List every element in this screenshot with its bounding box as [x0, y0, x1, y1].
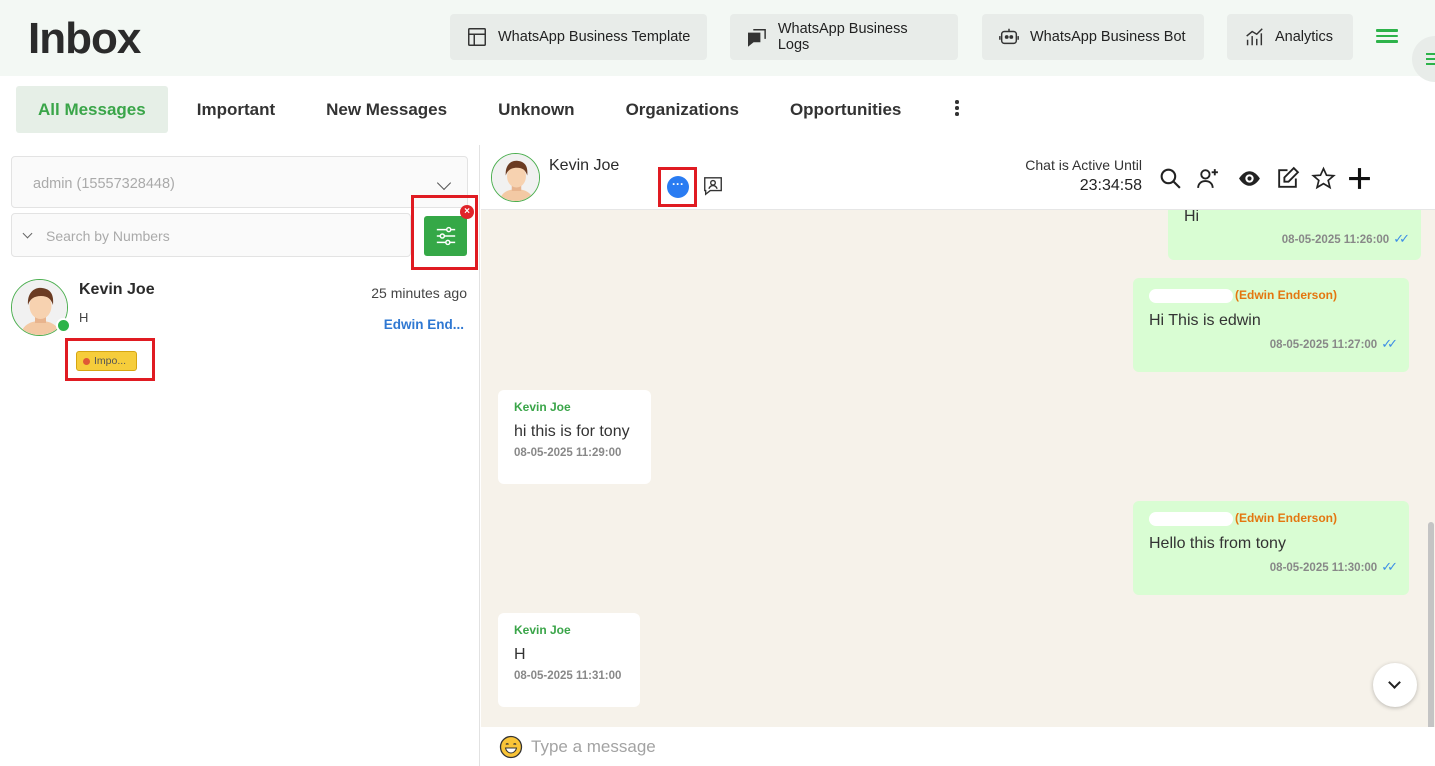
star-icon[interactable]: [1311, 166, 1336, 191]
tab-organizations[interactable]: Organizations: [604, 86, 761, 133]
chat-active-time: 23:34:58: [1079, 177, 1142, 194]
bot-button-label: WhatsApp Business Bot: [1030, 29, 1186, 45]
double-check-icon: ✓✓: [1381, 558, 1398, 574]
message-composer: [481, 727, 1435, 766]
account-select[interactable]: admin (15557328448): [11, 156, 468, 208]
redacted-number: [1149, 288, 1233, 303]
message-text: Hello this from tony: [1149, 534, 1286, 552]
menu-lines-icon: [1426, 53, 1435, 55]
chat-contact-name: Kevin Joe: [549, 157, 620, 174]
template-icon: [468, 28, 486, 46]
message-bubble: Kevin Joe H 08-05-2025 11:31:00: [498, 613, 640, 707]
scroll-down-button[interactable]: [1373, 663, 1417, 707]
side-menu-toggle[interactable]: [1412, 36, 1435, 82]
message-sender: (Edwin Enderson): [1149, 511, 1393, 526]
message-time: 08-05-2025 11:27:00: [1269, 338, 1378, 351]
message-meta: 08-05-2025 11:26:00 ✓✓: [1184, 231, 1410, 247]
message-sender: Kevin Joe: [514, 400, 571, 414]
message-sender: Kevin Joe: [514, 623, 571, 637]
whatsapp-icon: [56, 318, 71, 333]
whatsapp-logs-button[interactable]: WhatsApp Business Logs: [730, 14, 958, 60]
message-time: 08-05-2025 11:31:00: [514, 670, 622, 682]
redacted-number: [1149, 511, 1233, 526]
emoji-icon[interactable]: [499, 735, 523, 759]
message-text: Hi: [1184, 210, 1200, 225]
logs-icon: [748, 28, 766, 47]
chat-pane: Kevin Joe ··· Chat is Active Until 23:34…: [481, 145, 1435, 766]
tab-unknown[interactable]: Unknown: [476, 86, 597, 133]
message-sender: (Edwin Enderson): [1149, 288, 1393, 303]
message-meta: 08-05-2025 11:30:00 ✓✓: [1149, 558, 1398, 575]
edit-icon[interactable]: [1275, 166, 1300, 191]
search-input[interactable]: Search by Numbers: [11, 213, 411, 257]
message-time: 08-05-2025 11:30:00: [1269, 561, 1378, 574]
message-meta: 08-05-2025 11:27:00 ✓✓: [1149, 335, 1398, 352]
conversation-list-panel: admin (15557328448) Search by Numbers × …: [0, 145, 480, 766]
message-text: Hi This is edwin: [1149, 311, 1261, 329]
message-text: hi this is for tony: [514, 423, 630, 440]
message-input[interactable]: [531, 733, 1411, 761]
assigned-agent: Edwin End...: [383, 317, 464, 332]
analytics-button[interactable]: Analytics: [1227, 14, 1353, 60]
message-sender-name: (Edwin Enderson): [1235, 511, 1337, 525]
contact-time: 25 minutes ago: [371, 285, 467, 301]
last-message: H: [79, 310, 89, 325]
menu-icon[interactable]: [1376, 26, 1398, 48]
bot-icon: [999, 28, 1019, 45]
template-button-label: WhatsApp Business Template: [498, 29, 691, 45]
plus-icon[interactable]: [1347, 166, 1372, 191]
search-placeholder: Search by Numbers: [46, 228, 170, 244]
highlight-box: [411, 195, 478, 270]
top-bar: Inbox WhatsApp Business Template WhatsAp…: [0, 0, 1435, 82]
tab-new-messages[interactable]: New Messages: [304, 86, 469, 133]
message-tabs: All Messages Important New Messages Unkn…: [16, 86, 930, 133]
add-user-icon[interactable]: [1195, 166, 1220, 191]
message-bubble: Hi 08-05-2025 11:26:00 ✓✓: [1168, 210, 1421, 260]
chevron-down-icon: [22, 228, 33, 239]
tab-important[interactable]: Important: [175, 86, 297, 133]
account-select-value: admin (15557328448): [33, 176, 175, 192]
eye-icon[interactable]: [1237, 166, 1262, 191]
logs-button-label: WhatsApp Business Logs: [777, 21, 908, 53]
message-time: 08-05-2025 11:29:00: [514, 447, 622, 459]
chevron-down-icon: [1388, 676, 1401, 689]
tab-all-messages[interactable]: All Messages: [16, 86, 168, 133]
message-bubble: (Edwin Enderson) Hello this from tony 08…: [1133, 501, 1409, 595]
message-sender-name: (Edwin Enderson): [1235, 288, 1337, 302]
message-area: Hi 08-05-2025 11:26:00 ✓✓ (Edwin Enderson…: [481, 210, 1435, 727]
avatar: [491, 153, 540, 202]
double-check-icon: ✓✓: [1381, 335, 1398, 351]
search-icon[interactable]: [1158, 166, 1183, 191]
chat-header: Kevin Joe ··· Chat is Active Until 23:34…: [481, 145, 1435, 210]
more-tabs-icon[interactable]: [955, 100, 959, 116]
highlight-box: [658, 167, 697, 207]
message-bubble: Kevin Joe hi this is for tony 08-05-2025…: [498, 390, 651, 484]
whatsapp-template-button[interactable]: WhatsApp Business Template: [450, 14, 707, 60]
analytics-icon: [1246, 28, 1263, 46]
chevron-down-icon: [436, 175, 452, 191]
message-text: H: [514, 646, 526, 663]
double-check-icon: ✓✓: [1393, 231, 1410, 246]
page-title: Inbox: [28, 14, 141, 63]
tab-opportunities[interactable]: Opportunities: [768, 86, 923, 133]
message-bubble: (Edwin Enderson) Hi This is edwin 08-05-…: [1133, 278, 1409, 372]
contact-name: Kevin Joe: [79, 281, 155, 298]
whatsapp-bot-button[interactable]: WhatsApp Business Bot: [982, 14, 1204, 60]
scrollbar[interactable]: [1428, 522, 1434, 727]
message-time: 08-05-2025 11:26:00: [1281, 234, 1390, 246]
chat-active-label: Chat is Active Until: [1025, 157, 1142, 173]
highlight-box: [65, 338, 155, 381]
analytics-button-label: Analytics: [1275, 29, 1334, 45]
contact-card-icon[interactable]: [702, 175, 724, 197]
